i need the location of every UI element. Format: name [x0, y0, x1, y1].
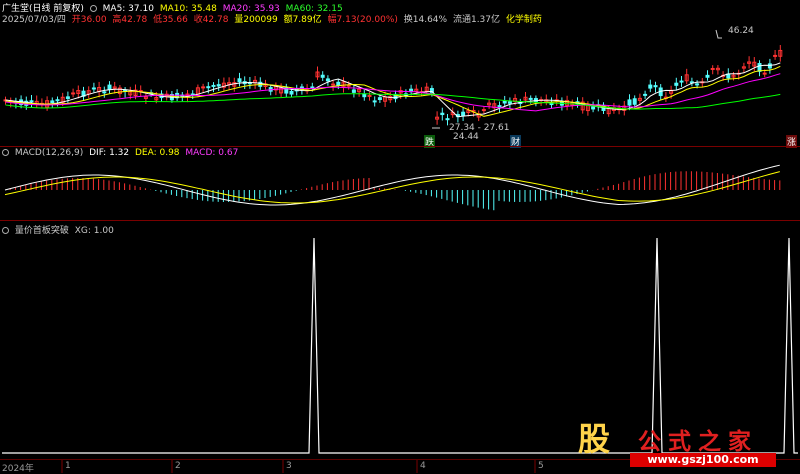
low-price-label: 24.44	[453, 132, 479, 142]
logo-char: 股	[577, 420, 610, 458]
candle-body	[591, 106, 596, 110]
quote-amount: 额7.89亿	[283, 15, 322, 25]
macd-legend-row: MACD(12,26,9) DIF: 1.32 DEA: 0.98 MACD: …	[2, 148, 241, 158]
candle-body	[445, 118, 450, 121]
candle-body	[674, 82, 679, 86]
candle-body	[325, 78, 330, 82]
xaxis-month-1: 1	[65, 461, 71, 471]
candle-body	[632, 98, 637, 105]
candle-body	[367, 94, 372, 97]
candle-body	[377, 97, 382, 101]
xaxis-month-3: 3	[286, 461, 292, 471]
candle-body	[643, 93, 648, 96]
candle-body	[216, 84, 221, 87]
candle-body	[762, 72, 767, 75]
separator-macd	[0, 146, 800, 147]
quote-volume: 量200099	[234, 15, 278, 25]
candle-body	[757, 63, 762, 72]
macd-dif: DIF: 1.32	[89, 148, 130, 158]
logo-text: 公式之家	[638, 428, 758, 455]
candle-body	[65, 96, 70, 99]
quote-open: 开36.00	[71, 15, 107, 25]
quote-turnover: 换14.64%	[403, 15, 448, 25]
candle-body	[29, 100, 34, 103]
quote-low: 低35.66	[153, 15, 188, 25]
ma60-line	[5, 93, 781, 110]
candle-body	[336, 81, 341, 86]
candle-body	[211, 84, 216, 87]
xaxis-month-2: 2	[175, 461, 181, 471]
quote-change: 幅7.13(20.00%)	[327, 15, 398, 25]
candle-body	[320, 74, 325, 78]
xg-legend-row: 量价首板突破 XG: 1.00	[2, 223, 117, 236]
candle-body	[206, 86, 211, 89]
candle-body	[201, 86, 206, 89]
candle-body	[653, 85, 658, 88]
xaxis-month-5: 5	[538, 461, 544, 471]
watermark-logo: 股 公式之家 www.gszj100.com	[556, 420, 780, 468]
candle-body	[346, 84, 351, 87]
separator-xg	[0, 220, 800, 221]
quote-high: 高42.78	[112, 15, 148, 25]
quote-row: 2025/07/03/四 开36.00 高42.78 低35.66 收42.78…	[2, 12, 545, 25]
xaxis-year: 2024年	[2, 464, 34, 474]
settings-circle-icon[interactable]	[2, 149, 9, 156]
candle-body	[91, 87, 96, 90]
settings-circle-icon[interactable]	[89, 5, 97, 12]
candle-body	[648, 84, 653, 89]
candle-body	[102, 91, 107, 94]
candle-body	[289, 90, 294, 95]
candle-body	[705, 74, 710, 78]
quote-float-cap: 流通1.37亿	[452, 15, 501, 25]
candle-body	[107, 84, 112, 90]
macd-macd: MACD: 0.67	[185, 148, 239, 158]
candle-body	[481, 109, 486, 112]
candle-body	[440, 112, 445, 116]
high-price-label: 46.24	[728, 26, 754, 36]
candle-body	[237, 78, 242, 83]
settings-circle-icon[interactable]	[2, 227, 9, 234]
candle-body	[331, 83, 336, 86]
high-marker-line	[715, 29, 722, 39]
candle-body	[372, 100, 377, 103]
macd-title: MACD(12,26,9)	[14, 148, 84, 158]
candle-body	[710, 67, 715, 70]
candle-body	[461, 111, 466, 117]
candle-body	[767, 63, 772, 69]
candle-body	[679, 80, 684, 83]
candle-body	[50, 100, 55, 104]
candle-body	[773, 54, 778, 57]
candle-body	[627, 99, 632, 106]
quote-date: 2025/07/03/四	[2, 15, 66, 25]
xg-title: 量价首板突破	[14, 226, 69, 236]
candle-body	[695, 83, 700, 86]
candle-body	[528, 97, 533, 100]
macd-dea: DEA: 0.98	[134, 148, 180, 158]
xaxis-month-4: 4	[420, 461, 426, 471]
quote-industry: 化学制药	[505, 15, 542, 25]
candle-body	[351, 89, 356, 93]
candle-body	[71, 92, 76, 95]
candle-body	[55, 99, 60, 102]
logo-url: www.gszj100.com	[630, 453, 776, 467]
chart-canvas[interactable]	[0, 0, 800, 473]
candle-body	[507, 101, 512, 104]
candle-body	[502, 100, 507, 104]
quote-close: 收42.78	[193, 15, 229, 25]
macd-dif-line	[4, 164, 780, 206]
xg-value: XG: 1.00	[74, 226, 114, 236]
